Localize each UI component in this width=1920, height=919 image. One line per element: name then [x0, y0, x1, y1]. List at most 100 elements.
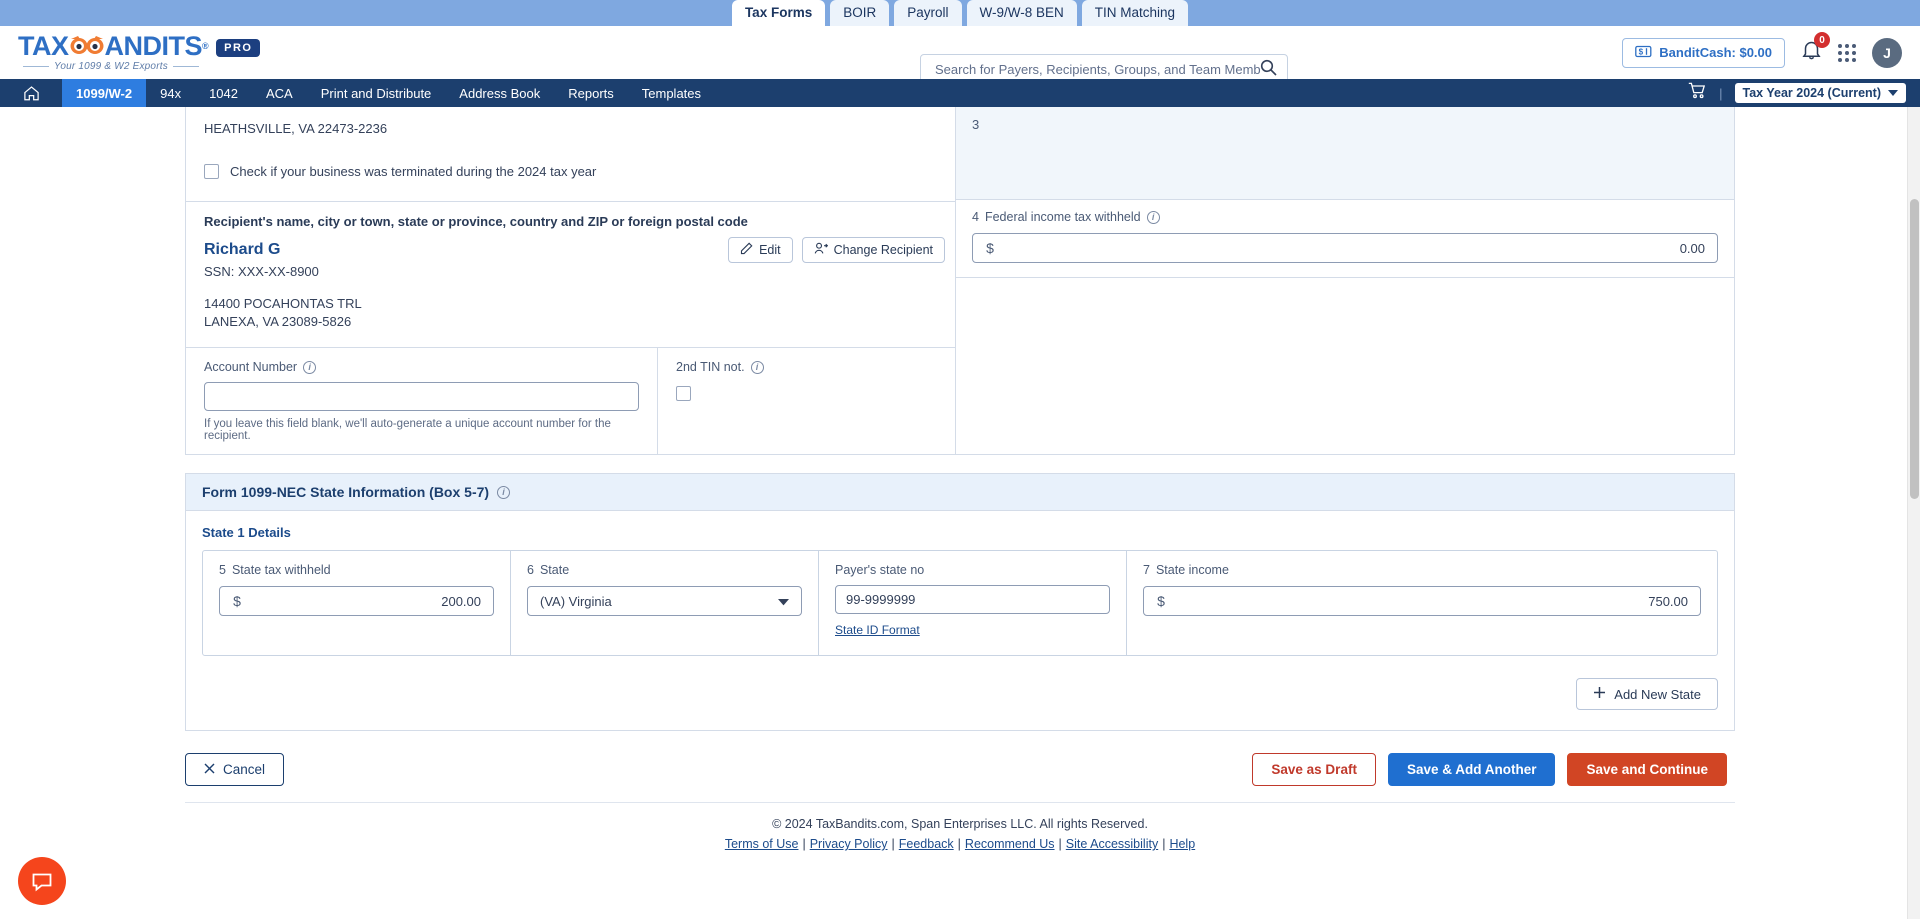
chat-bubble-icon[interactable]: [18, 857, 66, 905]
nav-item-print-and-distribute[interactable]: Print and Distribute: [307, 79, 446, 107]
info-icon[interactable]: i: [303, 360, 317, 374]
page-footer: © 2024 TaxBandits.com, Span Enterprises …: [185, 802, 1735, 851]
state-tax-withheld-cell: 5 State tax withheld $: [203, 551, 511, 655]
box-right-filler: [956, 278, 1734, 430]
nav-item-address-book[interactable]: Address Book: [445, 79, 554, 107]
product-tab-payroll[interactable]: Payroll: [894, 0, 962, 26]
business-terminated-label: Check if your business was terminated du…: [230, 164, 597, 179]
state-income-field[interactable]: $: [1143, 586, 1701, 616]
scrollbar-thumb[interactable]: [1910, 199, 1919, 499]
logo-text: TAX ANDITS ®: [18, 33, 209, 60]
logo-tagline: Your 1099 & W2 Exports: [18, 61, 208, 72]
account-number-input[interactable]: [204, 382, 639, 411]
state-select-cell: 6 State (VA) Virginia: [511, 551, 819, 655]
business-terminated-row[interactable]: Check if your business was terminated du…: [186, 150, 955, 201]
search-icon[interactable]: [1260, 59, 1277, 81]
state-tax-withheld-input[interactable]: [254, 593, 493, 609]
product-tab-boir[interactable]: BOIR: [830, 0, 890, 26]
footer-links: Terms of Use | Privacy Policy | Feedback | Rec…: [185, 837, 1735, 851]
state-income-cell: 7 State income $: [1127, 551, 1717, 655]
nav-item-reports[interactable]: Reports: [554, 79, 628, 107]
header-actions: $ BanditCash: $0.00 0 J: [1622, 26, 1902, 79]
chevron-down-icon: [778, 594, 789, 609]
primary-actions: Save as Draft Save & Add Another Save an…: [1252, 753, 1727, 786]
info-icon[interactable]: i: [1146, 210, 1160, 224]
product-tab-tax-forms[interactable]: Tax Forms: [731, 0, 826, 26]
info-icon[interactable]: i: [750, 360, 764, 374]
money-icon: $: [1635, 45, 1652, 61]
payer-state-no-input[interactable]: [835, 585, 1110, 614]
form-top-box: HEATHSVILLE, VA 22473-2236 Check if your…: [185, 107, 1735, 455]
form-sheet: HEATHSVILLE, VA 22473-2236 Check if your…: [185, 107, 1735, 851]
footer-separator: |: [1162, 837, 1166, 851]
nav-separator: |: [1719, 85, 1723, 101]
account-number-cell: Account Number i If you leave this field…: [186, 348, 658, 454]
footer-link-privacy-policy[interactable]: Privacy Policy: [810, 837, 888, 851]
form-right-column: 3 4 Federal income tax withheld i $: [956, 107, 1734, 454]
account-number-label-wrap: Account Number i: [204, 360, 639, 374]
tax-year-label: Tax Year 2024 (Current): [1742, 86, 1882, 100]
svg-text:$: $: [1639, 47, 1644, 56]
cancel-button[interactable]: Cancel: [185, 753, 285, 786]
registered-trademark-icon: ®: [202, 41, 209, 51]
second-tin-checkbox[interactable]: [676, 386, 691, 401]
box-3-cell: 3: [956, 107, 1734, 200]
change-recipient-button[interactable]: Change Recipient: [801, 237, 945, 263]
footer-link-terms-of-use[interactable]: Terms of Use: [725, 837, 799, 851]
state-1-details-heading: State 1 Details: [202, 525, 291, 540]
nav-item-94x[interactable]: 94x: [146, 79, 195, 107]
nav-right-group: | Tax Year 2024 (Current): [1688, 79, 1906, 107]
cart-icon[interactable]: [1688, 82, 1707, 104]
account-number-label: Account Number: [204, 360, 298, 374]
tax-year-select[interactable]: Tax Year 2024 (Current): [1734, 83, 1906, 103]
change-recipient-label: Change Recipient: [833, 243, 933, 257]
nav-item-1099-w2[interactable]: 1099/W-2: [62, 79, 147, 107]
user-switch-icon: [814, 242, 828, 258]
recipient-address-line1: 14400 POCAHONTAS TRL: [204, 296, 362, 311]
state-income-input[interactable]: [1178, 593, 1700, 609]
footer-separator: |: [891, 837, 895, 851]
save-as-draft-button[interactable]: Save as Draft: [1252, 753, 1376, 786]
search-input[interactable]: [935, 62, 1260, 77]
edit-recipient-button[interactable]: Edit: [728, 237, 793, 263]
payer-state-no-label: Payer's state no: [835, 563, 925, 577]
business-terminated-checkbox[interactable]: [204, 164, 219, 179]
notifications-button[interactable]: 0: [1801, 32, 1830, 66]
state-tax-withheld-label: State tax withheld: [231, 563, 331, 577]
footer-link-recommend-us[interactable]: Recommend Us: [965, 837, 1055, 851]
payer-address-block: HEATHSVILLE, VA 22473-2236: [186, 107, 955, 150]
vertical-scrollbar[interactable]: [1907, 107, 1920, 919]
bandit-cash-label: BanditCash: $0.00: [1659, 45, 1772, 60]
logo[interactable]: TAX ANDITS ® Your 1099 & W2 Exports PRO: [18, 33, 261, 72]
avatar[interactable]: J: [1872, 37, 1902, 68]
nav-item-templates[interactable]: Templates: [628, 79, 715, 107]
product-tab-tin-matching[interactable]: TIN Matching: [1081, 0, 1189, 26]
close-icon: [204, 762, 215, 777]
app-header: TAX ANDITS ® Your 1099 & W2 Exports PRO …: [0, 26, 1920, 85]
state-tax-withheld-field[interactable]: $: [219, 586, 494, 616]
bandit-cash-button[interactable]: $ BanditCash: $0.00: [1622, 37, 1785, 68]
save-and-continue-button[interactable]: Save and Continue: [1567, 753, 1727, 786]
add-new-state-button[interactable]: Add New State: [1576, 678, 1718, 710]
nav-item-1042[interactable]: 1042: [195, 79, 252, 107]
home-icon[interactable]: [0, 79, 62, 107]
footer-link-site-accessibility[interactable]: Site Accessibility: [1066, 837, 1158, 851]
info-icon[interactable]: i: [497, 485, 511, 499]
footer-link-help[interactable]: Help: [1169, 837, 1195, 851]
state-income-number: 7: [1143, 563, 1150, 577]
nav-item-aca[interactable]: ACA: [252, 79, 307, 107]
product-tab-w9-w8ben[interactable]: W-9/W-8 BEN: [966, 0, 1077, 26]
form-left-column: HEATHSVILLE, VA 22473-2236 Check if your…: [186, 107, 956, 454]
state-id-format-link[interactable]: State ID Format: [835, 623, 920, 637]
save-and-add-another-button[interactable]: Save & Add Another: [1387, 753, 1556, 786]
currency-symbol: $: [986, 240, 994, 256]
grid-apps-icon[interactable]: [1838, 43, 1856, 62]
footer-link-feedback[interactable]: Feedback: [899, 837, 954, 851]
federal-tax-withheld-field[interactable]: $: [972, 233, 1718, 263]
state-tax-withheld-number: 5: [219, 563, 226, 577]
box-4-label-wrap: 4 Federal income tax withheld i: [972, 210, 1718, 224]
state-dropdown[interactable]: (VA) Virginia: [527, 586, 802, 616]
state-information-header: Form 1099-NEC State Information (Box 5-7…: [186, 474, 1734, 511]
second-tin-label: 2nd TIN not.: [676, 360, 745, 374]
federal-tax-withheld-input[interactable]: [1007, 240, 1717, 256]
